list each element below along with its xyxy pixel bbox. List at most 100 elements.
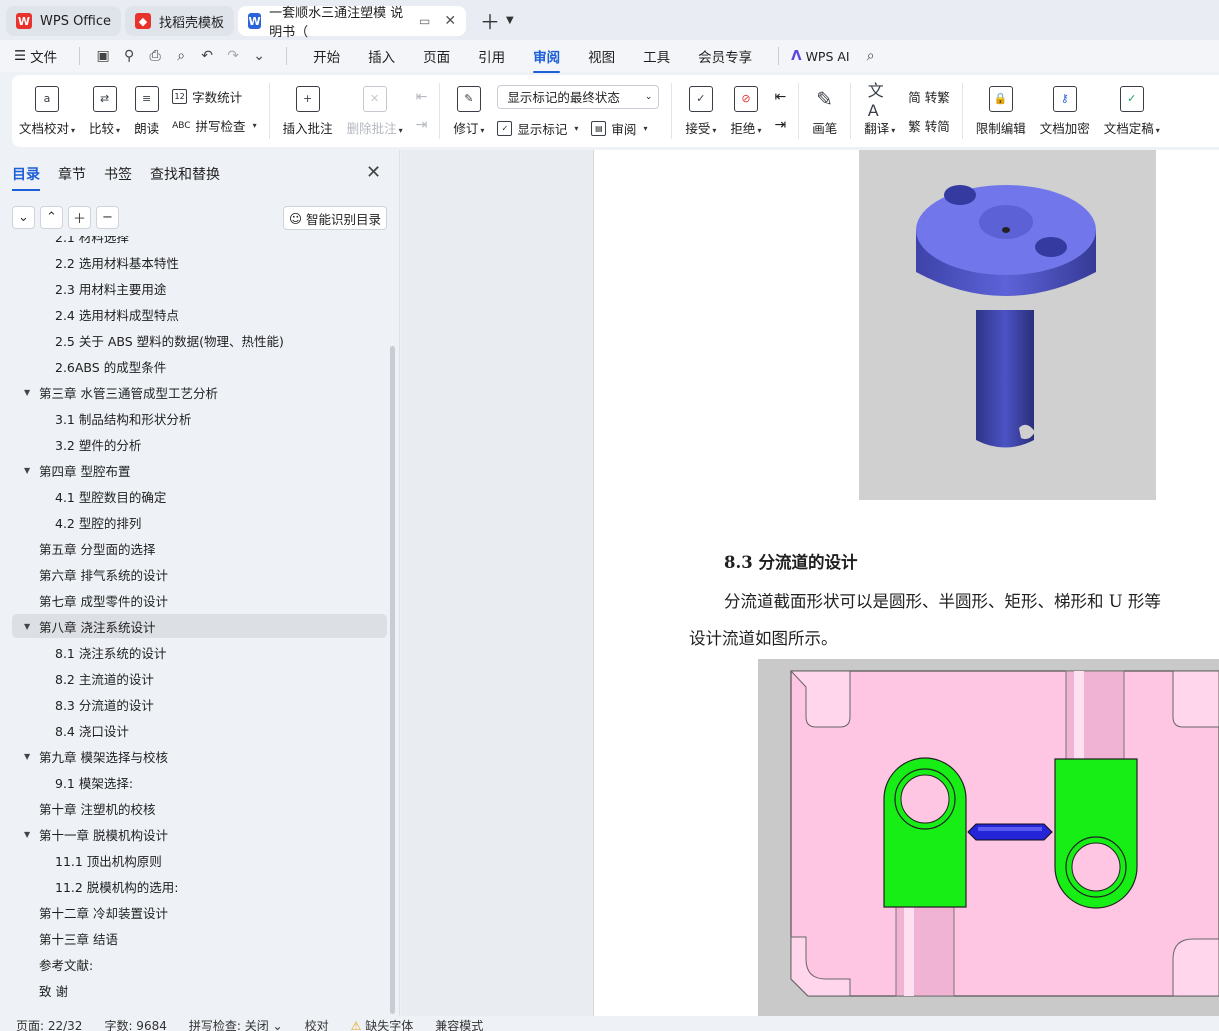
- read-aloud-button[interactable]: ≡ 朗读: [127, 78, 166, 144]
- next-change-icon[interactable]: ⇥: [774, 117, 786, 133]
- translate-button[interactable]: 文A 翻译 ▾: [857, 78, 902, 144]
- chevron-down-icon[interactable]: ▼: [506, 15, 514, 26]
- show-markup-button[interactable]: ✓ 显示标记 ▾: [497, 119, 578, 138]
- expand-triangle-icon[interactable]: ▼: [24, 830, 36, 839]
- review-pane-button[interactable]: ▤ 审阅 ▾: [591, 119, 647, 138]
- tab-page[interactable]: 页面: [423, 46, 450, 66]
- plus-icon[interactable]: ＋: [68, 206, 91, 229]
- search-icon[interactable]: ⌕: [860, 48, 882, 64]
- pen-button[interactable]: ✎ 画笔: [805, 78, 844, 144]
- wps-ai-button[interactable]: WPS AI: [806, 49, 850, 64]
- print-preview-icon[interactable]: ⌕: [170, 48, 192, 64]
- toc-item[interactable]: ▼ 第三章 水管三通管成型工艺分析: [12, 380, 387, 404]
- toc-item[interactable]: 第十章 注塑机的校核: [12, 796, 387, 820]
- toc-item[interactable]: 2.4 选用材料成型特点: [12, 302, 387, 326]
- toc-item[interactable]: 3.1 制品结构和形状分析: [12, 406, 387, 430]
- delete-comment-button[interactable]: ✕ 删除批注 ▾: [340, 78, 410, 144]
- toc-item[interactable]: 第十三章 结语: [12, 926, 387, 950]
- expand-triangle-icon[interactable]: ▼: [24, 466, 36, 475]
- share-icon[interactable]: ⚲: [118, 48, 140, 64]
- spell-check-button[interactable]: ABC 拼写检查 ▾: [172, 116, 257, 135]
- encrypt-button[interactable]: ⚷ 文档加密: [1033, 78, 1097, 144]
- word-count[interactable]: 字数: 9684: [104, 1019, 166, 1031]
- toc-item[interactable]: 2.2 选用材料基本特性: [12, 250, 387, 274]
- toc-item[interactable]: 4.2 型腔的排列: [12, 510, 387, 534]
- to-traditional-button[interactable]: 简 转繁: [908, 87, 949, 106]
- tab-tools[interactable]: 工具: [643, 46, 670, 66]
- save-icon[interactable]: ▣: [92, 48, 114, 64]
- toc-item[interactable]: 2.1 材料选择: [12, 236, 387, 248]
- spell-check-status[interactable]: 拼写检查: 关闭 ⌄: [189, 1019, 283, 1031]
- tab-bookmarks[interactable]: 书签: [104, 164, 132, 184]
- tab-view[interactable]: 视图: [588, 46, 615, 66]
- tab-reference[interactable]: 引用: [478, 46, 505, 66]
- redo-icon[interactable]: ↷: [222, 48, 244, 64]
- chevron-down-icon[interactable]: ⌄: [12, 206, 35, 229]
- restrict-edit-button[interactable]: 🔒 限制编辑: [969, 78, 1033, 144]
- toc-item[interactable]: 4.1 型腔数目的确定: [12, 484, 387, 508]
- toc-item[interactable]: 参考文献:: [12, 952, 387, 976]
- minus-icon[interactable]: −: [96, 206, 119, 229]
- tab-template[interactable]: ◆ 找稻壳模板: [125, 6, 235, 36]
- new-tab-icon[interactable]: ＋: [480, 6, 500, 35]
- doc-check-button[interactable]: a 文档校对 ▾: [12, 78, 82, 144]
- toc-item[interactable]: 3.2 塑件的分析: [12, 432, 387, 456]
- undo-icon[interactable]: ↶: [196, 48, 218, 64]
- tab-member[interactable]: 会员专享: [698, 46, 752, 66]
- print-icon[interactable]: ⎙: [144, 48, 166, 64]
- toc-item[interactable]: ▼ 第八章 浇注系统设计: [12, 614, 387, 638]
- finalize-button[interactable]: ✓ 文档定稿 ▾: [1097, 78, 1167, 144]
- toc-item[interactable]: 11.2 脱模机构的选用:: [12, 874, 387, 898]
- insert-comment-button[interactable]: + 插入批注: [276, 78, 340, 144]
- tab-toc[interactable]: 目录: [12, 164, 40, 191]
- scrollbar[interactable]: [390, 346, 395, 1014]
- tab-sections[interactable]: 章节: [58, 164, 86, 184]
- toc-item[interactable]: 第六章 排气系统的设计: [12, 562, 387, 586]
- reject-button[interactable]: ⊘ 拒绝 ▾: [723, 78, 768, 144]
- page-count[interactable]: 页面: 22/32: [16, 1019, 82, 1031]
- to-simplified-button[interactable]: 繁 转简: [908, 116, 949, 135]
- compare-button[interactable]: ⇄ 比较 ▾: [82, 78, 127, 144]
- more-chevron-icon[interactable]: ⌄: [248, 48, 270, 64]
- missing-font-status[interactable]: ⚠ 缺失字体: [351, 1019, 414, 1031]
- toc-item[interactable]: ▼ 第十一章 脱模机构设计: [12, 822, 387, 846]
- toc-item[interactable]: 第十二章 冷却装置设计: [12, 900, 387, 924]
- expand-triangle-icon[interactable]: ▼: [24, 388, 36, 397]
- word-count-button[interactable]: 12 字数统计: [172, 87, 257, 106]
- chevron-up-icon[interactable]: ⌃: [40, 206, 63, 229]
- toc-item[interactable]: 8.4 浇口设计: [12, 718, 387, 742]
- tab-insert[interactable]: 插入: [368, 46, 395, 66]
- expand-triangle-icon[interactable]: ▼: [24, 752, 36, 761]
- toc-item[interactable]: ▼ 第四章 型腔布置: [12, 458, 387, 482]
- next-comment-icon[interactable]: ⇥: [416, 117, 428, 133]
- toc-item[interactable]: 8.3 分流道的设计: [12, 692, 387, 716]
- toc-item[interactable]: 第七章 成型零件的设计: [12, 588, 387, 612]
- tab-wps-office[interactable]: W WPS Office: [6, 6, 122, 36]
- close-icon[interactable]: ✕: [444, 13, 456, 29]
- proofread-status[interactable]: 校对: [305, 1019, 329, 1031]
- previous-change-icon[interactable]: ⇤: [774, 89, 786, 105]
- toc-item[interactable]: 2.5 关于 ABS 塑料的数据(物理、热性能): [12, 328, 387, 352]
- tab-find-replace[interactable]: 查找和替换: [150, 164, 220, 184]
- toc-controls: ⌄ ⌃ ＋ −: [12, 206, 119, 229]
- revise-button[interactable]: ✎ 修订 ▾: [446, 78, 491, 144]
- toc-item[interactable]: 8.1 浇注系统的设计: [12, 640, 387, 664]
- accept-button[interactable]: ✓ 接受 ▾: [678, 78, 723, 144]
- toc-item[interactable]: 8.2 主流道的设计: [12, 666, 387, 690]
- close-icon[interactable]: ✕: [366, 162, 381, 183]
- file-menu[interactable]: ☰ 文件: [14, 46, 57, 66]
- toc-item[interactable]: 2.3 用材料主要用途: [12, 276, 387, 300]
- toc-item[interactable]: 9.1 模架选择:: [12, 770, 387, 794]
- previous-comment-icon[interactable]: ⇤: [416, 89, 428, 105]
- toc-item[interactable]: 致 谢: [12, 978, 387, 1002]
- toc-item[interactable]: 2.6ABS 的成型条件: [12, 354, 387, 378]
- toc-item[interactable]: 第五章 分型面的选择: [12, 536, 387, 560]
- tab-review[interactable]: 审阅: [533, 46, 561, 73]
- tab-document[interactable]: W 一套顺水三通注塑模 说明书（ ▭ ✕: [238, 6, 467, 40]
- smart-toc-button[interactable]: ☺ 智能识别目录: [283, 206, 387, 230]
- toc-item[interactable]: 11.1 顶出机构原则: [12, 848, 387, 872]
- expand-triangle-icon[interactable]: ▼: [24, 622, 36, 631]
- toc-item[interactable]: ▼ 第九章 模架选择与校核: [12, 744, 387, 768]
- tab-start[interactable]: 开始: [313, 46, 340, 66]
- markup-state-select[interactable]: 显示标记的最终状态 ⌄: [497, 84, 660, 109]
